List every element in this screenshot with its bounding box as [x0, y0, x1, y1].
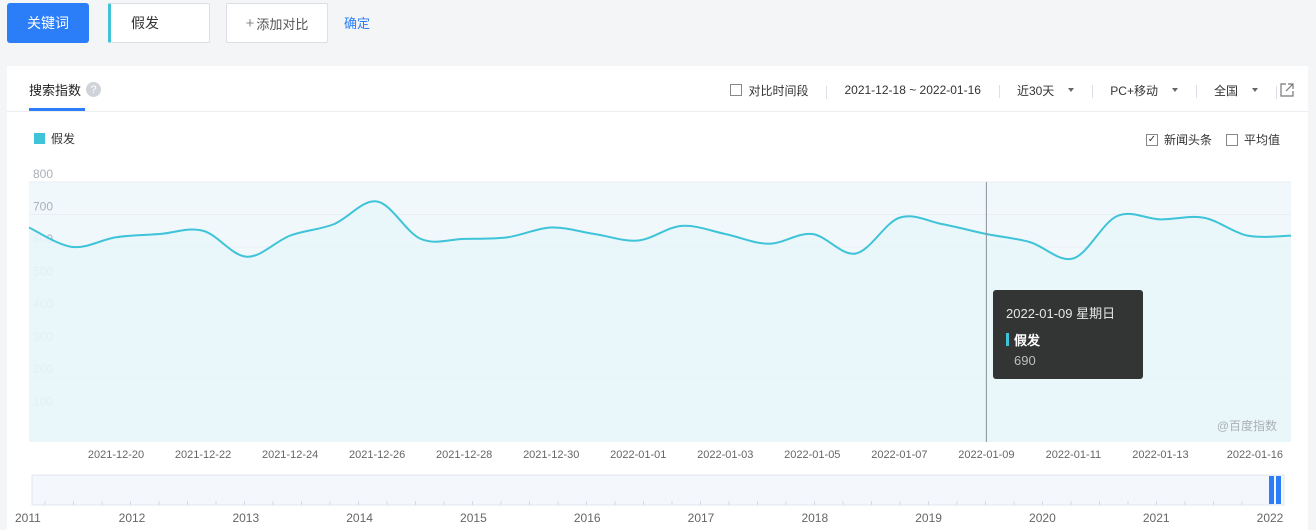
data-point	[462, 237, 466, 241]
keyword-input[interactable]: 假发	[108, 3, 210, 43]
x-tick-label: 2021-12-30	[523, 449, 579, 461]
data-point	[723, 232, 727, 236]
tooltip-value: 690	[1014, 353, 1036, 368]
overview-handle-right[interactable]	[1276, 476, 1281, 504]
overview-year-label: 2016	[574, 511, 601, 525]
confirm-link[interactable]: 确定	[344, 13, 370, 32]
data-point	[1245, 234, 1249, 238]
chart-tooltip: 2022-01-09 星期日 假发 690	[993, 290, 1143, 379]
tooltip-series-name: 假发	[1014, 333, 1041, 348]
keyword-button[interactable]: 关键词	[7, 3, 89, 43]
data-point	[288, 234, 292, 238]
tooltip-date: 2022-01-09 星期日	[1006, 306, 1116, 321]
top-bar: 关键词 假发 + 添加对比 确定	[0, 0, 1316, 60]
data-point	[332, 222, 336, 226]
data-point	[114, 235, 118, 239]
overview-year-label: 2018	[801, 511, 828, 525]
data-point	[419, 237, 423, 241]
x-tick-label: 2021-12-26	[349, 449, 405, 461]
data-point	[201, 229, 205, 233]
tooltip-series: 假发	[1006, 330, 1143, 349]
data-point	[375, 200, 379, 204]
overview-navigator[interactable]	[31, 474, 1285, 506]
overview-year-label: 2012	[119, 511, 146, 525]
add-compare-button[interactable]: + 添加对比	[226, 3, 328, 43]
data-point	[1028, 240, 1032, 244]
data-point	[245, 255, 249, 259]
data-point	[810, 232, 814, 236]
data-point	[1115, 214, 1119, 218]
x-tick-label: 2022-01-09	[958, 449, 1014, 461]
data-point	[549, 226, 553, 230]
add-compare-label: 添加对比	[256, 16, 309, 32]
overview-year-label: 2020	[1029, 511, 1056, 525]
overview-year-label: 2021	[1143, 511, 1170, 525]
x-tick-label: 2021-12-22	[175, 449, 231, 461]
overview-year-label: 2015	[460, 511, 487, 525]
x-tick-label: 2022-01-16	[1227, 449, 1283, 461]
x-tick-label: 2022-01-01	[610, 449, 666, 461]
plus-icon: +	[245, 14, 255, 32]
data-point	[854, 252, 858, 256]
data-point	[1289, 234, 1293, 238]
x-tick-label: 2022-01-11	[1046, 449, 1101, 461]
x-tick-label: 2021-12-28	[436, 449, 492, 461]
data-point	[680, 224, 684, 228]
data-point	[636, 239, 640, 243]
x-tick-label: 2022-01-03	[697, 449, 753, 461]
data-point	[593, 232, 597, 236]
x-tick-label: 2022-01-13	[1132, 449, 1188, 461]
data-point	[27, 226, 31, 230]
data-point	[1202, 216, 1206, 220]
watermark-label: @百度指数	[1217, 418, 1277, 433]
overview-year-label: 2017	[688, 511, 715, 525]
overview-year-label: 2019	[915, 511, 942, 525]
overview-year-label: 2013	[232, 511, 259, 525]
x-tick-label: 2021-12-20	[88, 449, 144, 461]
data-point	[984, 232, 988, 236]
data-point	[158, 232, 162, 236]
overview-year-labels: 2011 2012 2013 2014 2015 2016 2017 2018 2019 2020…	[15, 511, 1284, 525]
x-tick-label: 2022-01-05	[784, 449, 840, 461]
keyword-value: 假发	[131, 15, 159, 31]
overview-year-label: 2014	[346, 511, 373, 525]
data-point	[1158, 217, 1162, 221]
x-axis: 2021-12-20 2021-12-22 2021-12-24 2021-12-26…	[88, 449, 1283, 461]
x-tick-label: 2022-01-07	[871, 449, 927, 461]
data-point	[1071, 256, 1075, 260]
search-index-card: 搜索指数 ? 对比时间段 2021-12-18 ~ 2022-01-16 近30…	[7, 66, 1308, 530]
data-point	[767, 242, 771, 246]
tooltip-series-marker	[1006, 333, 1009, 346]
data-point	[941, 222, 945, 226]
x-tick-label: 2021-12-24	[262, 449, 318, 461]
y-tick-label: 800	[33, 167, 53, 181]
overview-handle-left[interactable]	[1269, 476, 1274, 504]
data-point	[897, 216, 901, 220]
data-point	[71, 245, 75, 249]
overview-year-label: 2011	[15, 511, 41, 525]
y-tick-label: 700	[33, 200, 53, 214]
data-point	[506, 235, 510, 239]
overview-year-label: 2022	[1257, 511, 1284, 525]
